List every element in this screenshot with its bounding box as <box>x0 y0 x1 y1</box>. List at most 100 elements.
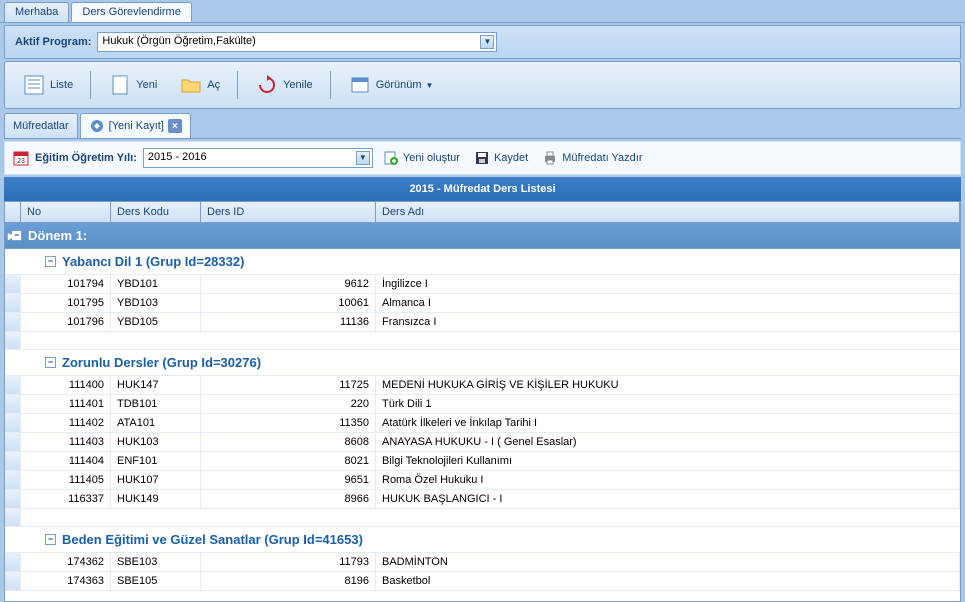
cell-ders-id: 220 <box>201 395 376 413</box>
year-bar: 23 Eğitim Öğretim Yılı: 2015 - 2016 ▼ Ye… <box>4 141 961 175</box>
add-icon <box>383 150 399 166</box>
table-row[interactable]: 101796YBD10511136Fransızca I <box>5 313 960 332</box>
liste-button[interactable]: Liste <box>13 68 82 102</box>
tab-merhaba[interactable]: Merhaba <box>4 2 69 22</box>
inner-tabs: Müfredatlar [Yeni Kayıt] × <box>4 113 961 139</box>
table-row[interactable]: 111404ENF1018021Bilgi Teknolojileri Kull… <box>5 452 960 471</box>
col-header-no[interactable]: No <box>21 202 111 222</box>
yeni-label: Yeni <box>136 79 157 91</box>
col-header-ders-adi[interactable]: Ders Adı <box>376 202 960 222</box>
row-marker <box>5 509 21 526</box>
grid-body[interactable]: ▸ − Dönem 1: −Yabancı Dil 1 (Grup Id=283… <box>4 222 961 602</box>
list-title: 2015 - Müfredat Ders Listesi <box>4 177 961 201</box>
cell-ders-id: 9612 <box>201 275 376 293</box>
view-icon <box>348 73 372 97</box>
program-bar: Aktif Program: Hukuk (Örgün Öğretim,Fakü… <box>4 25 961 59</box>
yeni-button[interactable]: Yeni <box>99 68 166 102</box>
ac-button[interactable]: Aç <box>170 68 229 102</box>
row-marker <box>5 313 21 331</box>
table-row[interactable]: 111400HUK14711725MEDENİ HUKUKA GİRİŞ VE … <box>5 376 960 395</box>
group-header[interactable]: −Beden Eğitimi ve Güzel Sanatlar (Grup I… <box>5 527 960 553</box>
cell-no: 174362 <box>59 553 111 571</box>
row-marker <box>5 275 21 293</box>
spacer-row <box>5 509 960 527</box>
separator <box>330 71 331 99</box>
indent <box>21 553 59 571</box>
tab-yeni-kayit[interactable]: [Yeni Kayıt] × <box>80 113 191 138</box>
group-title: Zorunlu Dersler (Grup Id=30276) <box>62 355 261 370</box>
year-label: Eğitim Öğretim Yılı: <box>35 152 137 164</box>
table-row[interactable]: 116337HUK1498966HUKUK BAŞLANGICI - I <box>5 490 960 509</box>
group-header[interactable]: −Zorunlu Dersler (Grup Id=30276) <box>5 350 960 376</box>
row-marker <box>5 414 21 432</box>
collapse-icon[interactable]: − <box>45 256 56 267</box>
cell-ders-adi: Atatürk İlkeleri ve İnkılap Tarihi I <box>376 414 960 432</box>
cell-ders-id: 11350 <box>201 414 376 432</box>
indent <box>21 433 59 451</box>
cell-no: 101794 <box>59 275 111 293</box>
indent <box>21 275 59 293</box>
row-marker <box>5 471 21 489</box>
mufredati-yazdir-button[interactable]: Müfredatı Yazdır <box>538 148 646 168</box>
chevron-down-icon[interactable]: ▼ <box>356 151 370 165</box>
group-header[interactable]: −Yabancı Dil 1 (Grup Id=28332) <box>5 249 960 275</box>
table-row[interactable]: 111403HUK1038608ANAYASA HUKUKU - I ( Gen… <box>5 433 960 452</box>
yeni-olustur-button[interactable]: Yeni oluştur <box>379 148 464 168</box>
indent <box>21 313 59 331</box>
separator <box>237 71 238 99</box>
cell-ders-adi: Roma Özel Hukuku I <box>376 471 960 489</box>
cell-ders-id: 11725 <box>201 376 376 394</box>
table-row[interactable]: 101794YBD1019612İngilizce I <box>5 275 960 294</box>
cell-ders-kodu: ENF101 <box>111 452 201 470</box>
table-row[interactable]: 174362SBE10311793BADMİNTON <box>5 553 960 572</box>
row-marker <box>5 376 21 394</box>
cell-ders-kodu: YBD101 <box>111 275 201 293</box>
yeni-olustur-label: Yeni oluştur <box>403 152 460 164</box>
year-select[interactable]: 2015 - 2016 ▼ <box>143 148 373 168</box>
col-header-ders-kodu[interactable]: Ders Kodu <box>111 202 201 222</box>
table-row[interactable]: 101795YBD10310061Almanca I <box>5 294 960 313</box>
tab-mufredatlar[interactable]: Müfredatlar <box>4 113 78 138</box>
program-label: Aktif Program: <box>15 36 91 48</box>
year-value: 2015 - 2016 <box>148 151 207 163</box>
collapse-icon[interactable]: − <box>45 534 56 545</box>
toolbar: Liste Yeni Aç Yenile Görünüm ▼ <box>4 61 961 109</box>
indent <box>21 471 59 489</box>
indent <box>21 572 59 590</box>
kaydet-button[interactable]: Kaydet <box>470 148 532 168</box>
tab-ders-gorevlendirme[interactable]: Ders Görevlendirme <box>71 2 191 22</box>
new-icon <box>108 73 132 97</box>
donem-label: Dönem 1: <box>28 228 87 243</box>
cell-no: 111402 <box>59 414 111 432</box>
table-row[interactable]: 111401TDB101220Türk Dili 1 <box>5 395 960 414</box>
row-marker-header <box>5 202 21 222</box>
table-row[interactable]: 111405HUK1079651Roma Özel Hukuku I <box>5 471 960 490</box>
chevron-down-icon[interactable]: ▼ <box>480 35 494 49</box>
cell-ders-adi: Bilgi Teknolojileri Kullanımı <box>376 452 960 470</box>
gorunum-button[interactable]: Görünüm ▼ <box>339 68 443 102</box>
cell-ders-kodu: YBD105 <box>111 313 201 331</box>
cell-no: 174363 <box>59 572 111 590</box>
cell-ders-kodu: HUK103 <box>111 433 201 451</box>
cell-ders-kodu: YBD103 <box>111 294 201 312</box>
col-header-ders-id[interactable]: Ders ID <box>201 202 376 222</box>
ac-label: Aç <box>207 79 220 91</box>
group-donem[interactable]: ▸ − Dönem 1: <box>5 223 960 249</box>
grid-header: No Ders Kodu Ders ID Ders Adı <box>4 201 961 222</box>
yeni-kayit-label: [Yeni Kayıt] <box>109 120 164 132</box>
cell-no: 111404 <box>59 452 111 470</box>
collapse-icon[interactable]: − <box>45 357 56 368</box>
cell-ders-kodu: SBE103 <box>111 553 201 571</box>
yenile-button[interactable]: Yenile <box>246 68 322 102</box>
table-row[interactable]: 111402ATA10111350Atatürk İlkeleri ve İnk… <box>5 414 960 433</box>
cell-ders-id: 8021 <box>201 452 376 470</box>
liste-label: Liste <box>50 79 73 91</box>
cell-ders-kodu: HUK107 <box>111 471 201 489</box>
row-indicator-icon: ▸ <box>8 228 15 244</box>
program-select[interactable]: Hukuk (Örgün Öğretim,Fakülte) ▼ <box>97 32 497 52</box>
close-icon[interactable]: × <box>168 119 182 133</box>
cell-no: 101796 <box>59 313 111 331</box>
program-value: Hukuk (Örgün Öğretim,Fakülte) <box>102 35 255 47</box>
cell-ders-id: 8966 <box>201 490 376 508</box>
print-icon <box>542 150 558 166</box>
